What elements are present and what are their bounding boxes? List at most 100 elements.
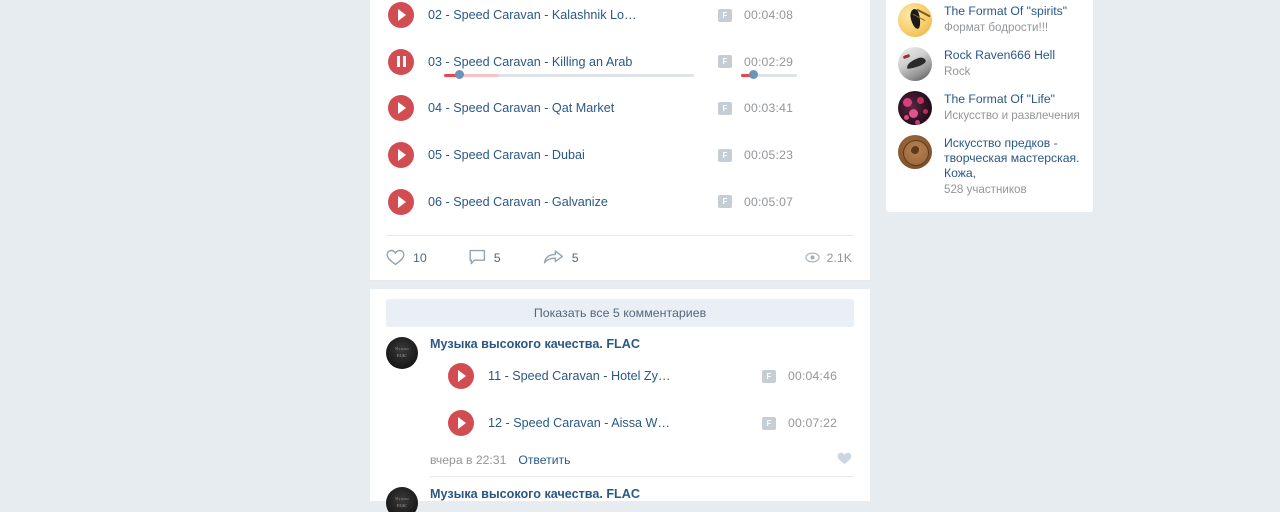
audio-track-meta: F 00:05:23	[718, 148, 793, 162]
audio-track-title[interactable]: 06 - Speed Caravan - Galvanize	[428, 195, 608, 209]
group-subtitle: Формат бодрости!!!	[944, 21, 1049, 34]
avatar[interactable]: Музыка FLAC	[386, 486, 418, 512]
heart-icon	[386, 249, 405, 266]
comment-body: Музыка высокого качества. FLAC 11 - Spee…	[430, 337, 854, 477]
group-subtitle: 528 участников	[944, 183, 1027, 196]
comment-audio-list: 11 - Speed Caravan - Hotel Zy… F 00:04:4…	[430, 353, 854, 447]
comment-like-icon[interactable]	[837, 452, 852, 465]
raven-avatar	[898, 47, 932, 81]
play-icon[interactable]	[388, 95, 414, 122]
progress-knob[interactable]	[455, 70, 464, 80]
audio-track-row[interactable]: 06 - Speed Caravan - Galvanize F 00:05:0…	[386, 178, 854, 225]
audio-duration: 00:03:41	[744, 101, 794, 116]
play-icon[interactable]	[388, 188, 414, 215]
spirits-avatar	[898, 3, 932, 37]
group-title[interactable]: Rock Raven666 Hell	[944, 48, 1055, 63]
pause-icon[interactable]	[388, 48, 414, 75]
quality-badge: F	[718, 148, 732, 162]
comment-meta: вчера в 22:31 Ответить	[430, 449, 854, 471]
quality-badge: F	[718, 55, 732, 69]
audio-track-title[interactable]: 11 - Speed Caravan - Hotel Zy…	[488, 369, 670, 383]
audio-duration: 00:05:23	[744, 148, 794, 163]
audio-track-meta: F 00:02:29	[718, 55, 793, 69]
avatar-label-line1: Музыка	[395, 496, 409, 501]
play-icon[interactable]	[388, 142, 414, 169]
quality-badge: F	[718, 101, 732, 115]
group-subtitle: Rock	[944, 65, 971, 78]
audio-track-meta: F 00:03:41	[718, 101, 793, 115]
life-avatar	[898, 91, 932, 125]
audio-duration: 00:04:08	[744, 8, 794, 23]
avatar-label-line2: FLAC	[397, 503, 407, 508]
comment-item: Музыка FLAC Музыка высокого качества. FL…	[386, 477, 854, 512]
group-title[interactable]: Искусство предков - творческая мастерска…	[944, 136, 1081, 181]
comment-author[interactable]: Музыка высокого качества. FLAC	[430, 487, 854, 501]
audio-track-row[interactable]: 04 - Speed Caravan - Qat Market F 00:03:…	[386, 85, 854, 132]
play-icon[interactable]	[448, 410, 474, 437]
comment-count: 5	[493, 250, 501, 265]
volume-knob[interactable]	[749, 70, 759, 80]
comment-button[interactable]: 5	[469, 249, 501, 266]
ancestors-avatar	[898, 135, 932, 169]
group-title[interactable]: The Format Of "Life"	[944, 92, 1080, 107]
like-count: 10	[413, 250, 427, 265]
audio-track-row[interactable]: 12 - Speed Caravan - Aissa W… F 00:07:22	[430, 400, 854, 447]
audio-track-meta: F 00:05:07	[718, 195, 793, 209]
group-title[interactable]: The Format Of "spirits"	[944, 4, 1067, 19]
comment-body: Музыка высокого качества. FLAC	[430, 487, 854, 501]
quality-badge: F	[762, 369, 776, 383]
post-card: 02 - Speed Caravan - Kalashnik Lo… F 00:…	[370, 0, 870, 512]
audio-track-meta: F 00:04:08	[718, 8, 793, 22]
sidebar-group-item[interactable]: The Format Of "Life" Искусство и развлеч…	[898, 86, 1081, 130]
sidebar-group-item[interactable]: Искусство предков - творческая мастерска…	[898, 130, 1081, 202]
like-button[interactable]: 10	[386, 249, 427, 266]
audio-track-title[interactable]: 05 - Speed Caravan - Dubai	[428, 148, 585, 162]
quality-badge: F	[762, 416, 776, 430]
sidebar-group-item[interactable]: The Format Of "spirits" Формат бодрости!…	[898, 0, 1081, 42]
comment-item: Музыка FLAC Музыка высокого качества. FL…	[386, 327, 854, 477]
quality-badge: F	[718, 195, 732, 209]
share-button[interactable]: 5	[543, 249, 579, 266]
volume-slider[interactable]	[741, 70, 797, 80]
comments-section: Показать все 5 комментариев Музыка FLAC …	[370, 298, 870, 512]
audio-track-meta: F 00:07:22	[762, 416, 837, 430]
audio-track-meta: F 00:04:46	[762, 369, 837, 383]
groups-sidebar: The Format Of "spirits" Формат бодрости!…	[886, 0, 1093, 212]
page-root: 02 - Speed Caravan - Kalashnik Lo… F 00:…	[0, 0, 1280, 512]
group-text: The Format Of "spirits" Формат бодрости!…	[944, 3, 1067, 35]
audio-track-row[interactable]: 11 - Speed Caravan - Hotel Zy… F 00:04:4…	[430, 353, 854, 400]
post-actions: 10 5 5 2.1K	[386, 236, 854, 280]
playback-progress-slider[interactable]	[444, 70, 694, 80]
sidebar-group-item[interactable]: Rock Raven666 Hell Rock	[898, 42, 1081, 86]
show-all-comments-button[interactable]: Показать все 5 комментариев	[386, 298, 854, 327]
audio-track-title[interactable]: 04 - Speed Caravan - Qat Market	[428, 101, 614, 115]
audio-track-row[interactable]: 02 - Speed Caravan - Kalashnik Lo… F 00:…	[386, 0, 854, 39]
audio-track-row-playing[interactable]: 03 - Speed Caravan - Killing an Arab F 0…	[386, 39, 854, 86]
audio-duration: 00:07:22	[788, 416, 838, 431]
audio-track-title[interactable]: 02 - Speed Caravan - Kalashnik Lo…	[428, 8, 637, 22]
comment-timestamp: вчера в 22:31	[430, 452, 507, 467]
share-count: 5	[571, 250, 579, 265]
play-icon[interactable]	[448, 363, 474, 390]
audio-duration: 00:05:07	[744, 194, 794, 209]
group-subtitle: Искусство и развлечения	[944, 109, 1080, 122]
audio-track-title[interactable]: 03 - Speed Caravan - Killing an Arab	[428, 55, 632, 69]
audio-track-row[interactable]: 05 - Speed Caravan - Dubai F 00:05:23	[386, 132, 854, 179]
comment-author[interactable]: Музыка высокого качества. FLAC	[430, 337, 854, 351]
audio-duration: 00:02:29	[744, 54, 794, 69]
avatar-label-line2: FLAC	[397, 353, 407, 358]
audio-duration: 00:04:46	[788, 369, 838, 384]
avatar[interactable]: Музыка FLAC	[386, 336, 418, 369]
audio-track-title[interactable]: 12 - Speed Caravan - Aissa W…	[488, 416, 670, 430]
feed-gap	[370, 280, 870, 289]
eye-icon	[804, 252, 820, 263]
share-icon	[543, 249, 564, 266]
view-counter: 2.1K	[804, 250, 853, 265]
avatar-label-line1: Музыка	[395, 346, 409, 351]
quality-badge: F	[718, 8, 732, 22]
group-text: The Format Of "Life" Искусство и развлеч…	[944, 91, 1080, 123]
comment-reply-button[interactable]: Ответить	[518, 453, 570, 467]
view-count: 2.1K	[826, 250, 853, 265]
audio-playlist: 02 - Speed Caravan - Kalashnik Lo… F 00:…	[370, 0, 870, 280]
play-icon[interactable]	[388, 2, 414, 29]
